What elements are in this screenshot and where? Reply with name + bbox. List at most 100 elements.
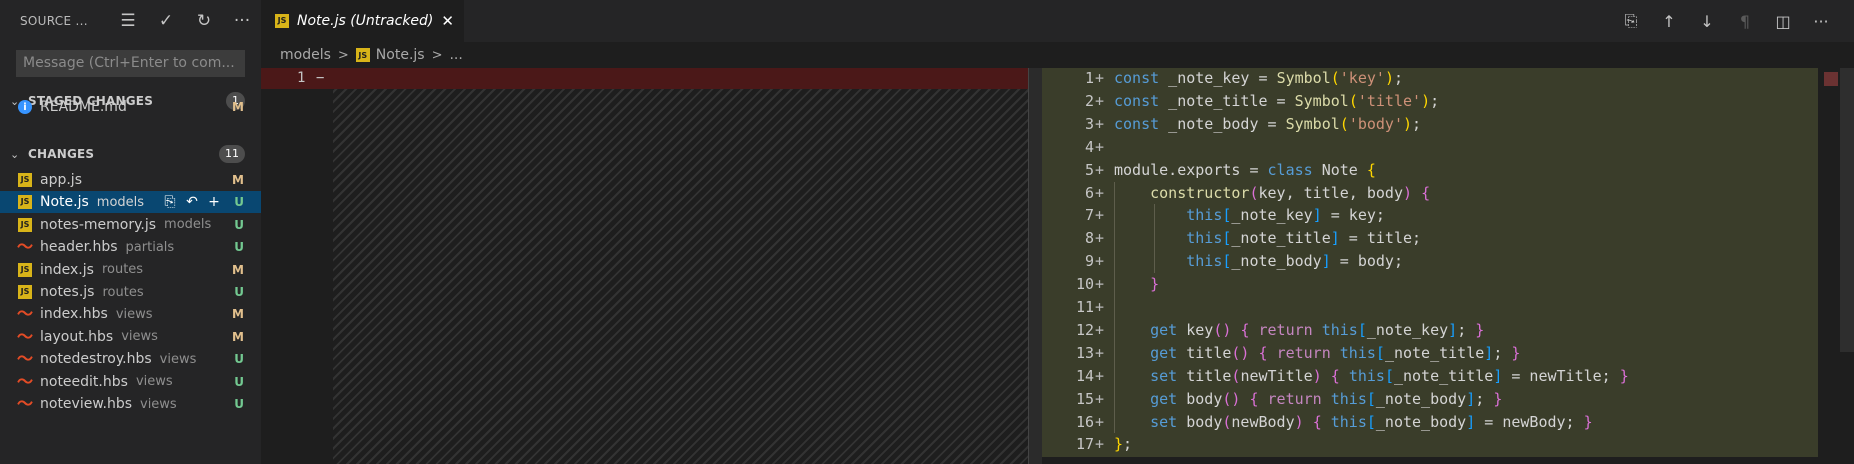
code-token: this	[1186, 206, 1223, 225]
code-token: newBody	[1231, 412, 1295, 431]
code-token: set	[1150, 412, 1178, 431]
inserted-marker: +	[1095, 275, 1105, 294]
file-row[interactable]: 〜 noteedit.hbs views U	[0, 371, 261, 393]
inserted-marker: +	[1095, 137, 1105, 156]
code-text: };	[1114, 433, 1132, 456]
line-number: 3	[1084, 114, 1094, 133]
status-badge: M	[232, 173, 244, 187]
file-row[interactable]: JS notes-memory.js models U	[0, 214, 261, 236]
next-change-icon[interactable]: ↓	[1688, 9, 1726, 33]
code-token: key, title, body	[1258, 183, 1404, 202]
diff-original-pane[interactable]: 1 −	[261, 68, 1029, 464]
file-row[interactable]: 〜 noteview.hbs views U	[0, 393, 261, 415]
file-directory: models	[164, 217, 212, 233]
diff-overview-ruler[interactable]	[1029, 68, 1042, 464]
code-line: 7 + this[_note_key] = key;	[1042, 204, 1806, 227]
file-row[interactable]: JS Note.js models ⎘ ↶ + U	[0, 191, 261, 214]
file-row[interactable]: JS index.js routes M	[0, 259, 261, 281]
sidebar-title: SOURCE ...	[20, 14, 88, 28]
view-as-tree-icon[interactable]: ☰	[109, 9, 147, 33]
code-text: this[_note_title] = title;	[1114, 227, 1421, 250]
pilcrow-icon[interactable]: ¶	[1726, 9, 1764, 33]
code-token: ()	[1231, 343, 1250, 362]
status-badge: M	[232, 329, 244, 344]
line-number: 6	[1084, 183, 1094, 202]
stage-changes-icon[interactable]: +	[203, 192, 225, 212]
commit-message-input[interactable]: Message (Ctrl+Enter to com...	[16, 50, 245, 77]
discard-changes-icon[interactable]: ↶	[181, 192, 203, 212]
code-token: const	[1114, 114, 1160, 133]
code-token: set	[1150, 366, 1178, 385]
previous-change-icon[interactable]: ↑	[1650, 9, 1688, 33]
file-row[interactable]: i README.md M	[0, 96, 261, 118]
code-token: _note_key	[1366, 320, 1449, 339]
file-row[interactable]: JS notes.js routes U	[0, 281, 261, 303]
line-number: 9	[1084, 252, 1094, 271]
code-token: Symbol	[1294, 91, 1349, 110]
open-file-icon[interactable]: ⎘	[159, 192, 181, 212]
breadcrumb-symbols[interactable]: ...	[449, 47, 462, 63]
file-name: noteedit.hbs	[40, 373, 128, 390]
more-actions-icon[interactable]: ···	[1802, 9, 1840, 33]
split-editor-icon[interactable]: ◫	[1764, 9, 1802, 33]
line-number: 12	[1075, 320, 1094, 339]
handlebars-file-icon: 〜	[17, 371, 34, 391]
code-token: ]	[1466, 389, 1476, 408]
file-name: layout.hbs	[40, 328, 114, 345]
code-token: }	[1511, 343, 1521, 362]
file-row[interactable]: 〜 notedestroy.hbs views U	[0, 348, 261, 370]
code-token: title	[1177, 343, 1232, 362]
more-actions-icon[interactable]: ···	[223, 9, 261, 33]
line-number: 2	[1084, 91, 1094, 110]
code-token: body	[1177, 389, 1223, 408]
status-badge: M	[232, 262, 244, 277]
scrollbar-slider[interactable]	[1840, 68, 1854, 352]
inserted-marker: +	[1095, 412, 1105, 431]
breadcrumb: models > JS Note.js > ...	[261, 42, 1854, 68]
changes-header[interactable]: ⌄ CHANGES 11	[0, 143, 261, 165]
code-line: 4 +	[1042, 136, 1806, 159]
code-text: this[_note_body] = body;	[1114, 250, 1403, 273]
close-icon[interactable]: ✕	[441, 12, 454, 30]
overview-ruler[interactable]	[1818, 68, 1854, 464]
file-row[interactable]: 〜 index.hbs views M	[0, 303, 261, 325]
code-token: ()	[1213, 320, 1232, 339]
code-token: get	[1150, 389, 1178, 408]
breadcrumb-file[interactable]: Note.js	[376, 47, 425, 63]
code-token: ]	[1448, 320, 1458, 339]
file-directory: partials	[125, 239, 175, 255]
code-token: _note_key	[1231, 206, 1313, 225]
vertical-scrollbar[interactable]	[1806, 68, 1818, 457]
open-file-icon[interactable]: ⎘	[1612, 9, 1650, 33]
code-text: const _note_body = Symbol('body');	[1114, 113, 1421, 136]
inserted-marker: +	[1095, 435, 1105, 454]
commit-check-icon[interactable]: ✓	[147, 9, 185, 33]
code-token: this	[1321, 320, 1358, 339]
file-row[interactable]: 〜 header.hbs partials U	[0, 236, 261, 258]
diff-modified-pane[interactable]: 1 + const _note_key = Symbol('key'); 2 + cons…	[1042, 68, 1806, 457]
editor-actions: ⎘ ↑ ↓ ¶ ◫ ···	[1612, 0, 1840, 42]
breadcrumb-folder[interactable]: models	[280, 47, 331, 63]
code-line: 2 + const _note_title = Symbol('title');	[1042, 90, 1806, 113]
file-row[interactable]: JS app.js M	[0, 169, 261, 191]
file-row[interactable]: 〜 layout.hbs views M	[0, 326, 261, 348]
tab-note-js[interactable]: JS Note.js (Untracked) ✕	[261, 0, 464, 42]
js-file-icon: JS	[18, 217, 32, 232]
code-token: ;	[1123, 435, 1133, 454]
code-token: return	[1267, 389, 1322, 408]
code-token: }	[1619, 366, 1629, 385]
file-name: notedestroy.hbs	[40, 351, 152, 368]
code-token: {	[1258, 343, 1268, 362]
code-token: const	[1114, 91, 1160, 110]
inserted-marker: +	[1095, 160, 1105, 179]
chevron-right-icon: >	[337, 47, 349, 63]
refresh-icon[interactable]: ↻	[185, 9, 223, 33]
code-token: {	[1249, 389, 1259, 408]
